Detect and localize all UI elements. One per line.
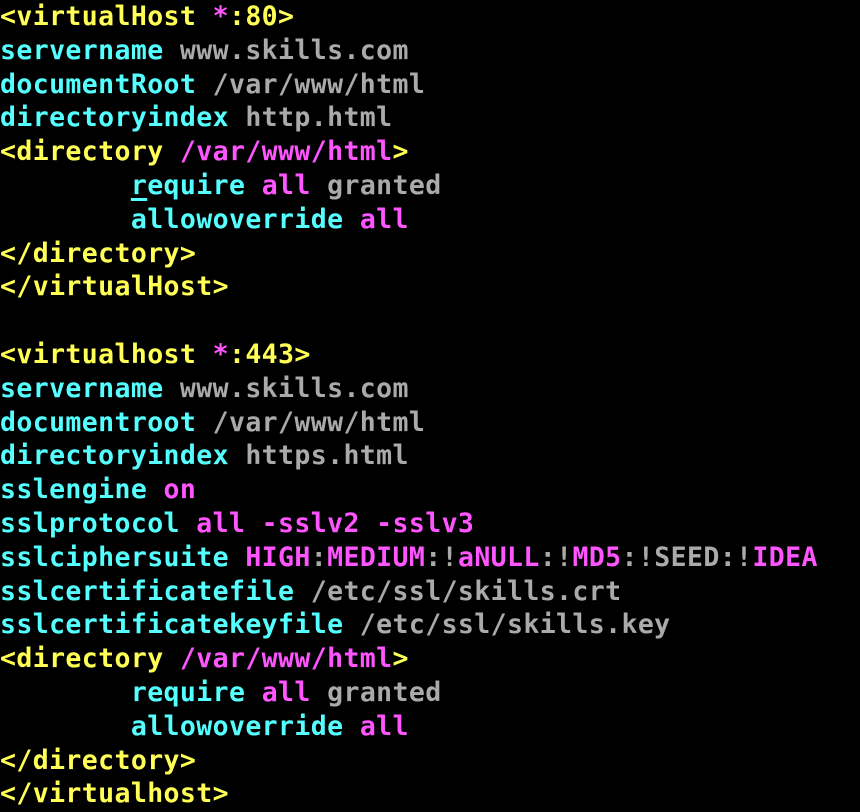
code-line: </directory> [0,237,860,271]
code-token: sslcertificatefile [0,575,311,607]
code-line: <virtualHost *:80> [0,0,860,34]
code-token: allowoverride [130,710,360,742]
code-line: <directory /var/www/html> [0,135,860,169]
code-token: www.skills.com [179,34,409,66]
code-token: www.skills.com [179,372,409,404]
code-token: : [425,541,442,573]
code-line: directoryindex http.html [0,101,860,135]
code-line: require all granted [0,676,860,710]
code-token: :80> [228,1,295,32]
code-token: directoryindex [0,102,246,134]
code-token: <directory [0,136,180,168]
code-line: </directory> [0,744,860,778]
code-token: <virtualHost [0,1,213,32]
code-token: !SEED [637,541,720,573]
code-token: </virtualHost> [0,271,229,303]
code-line: </virtualHost> [0,270,860,304]
code-token: sslprotocol [0,507,197,539]
code-line: sslprotocol all -sslv2 -sslv3 [0,507,860,541]
code-token: </directory> [0,744,197,776]
code-token: http.html [245,102,393,134]
code-token: https.html [245,440,409,472]
code-line: documentroot /var/www/html [0,406,860,440]
code-token: all [261,676,328,708]
code-line: <virtualhost *:443> [0,338,860,372]
code-token: : [719,541,737,573]
code-token: servername [0,34,180,66]
code-token: : [310,541,328,573]
code-line: allowoverride all [0,203,860,237]
terminal-editor[interactable]: <virtualHost *:80> servername www.skills.… [0,0,860,812]
code-token: /var/www/html [179,643,393,675]
code-token: <directory [0,643,180,675]
code-token: documentRoot [0,68,213,100]
code-line: sslcertificatefile /etc/ssl/skills.crt [0,575,860,609]
code-token: directoryindex [0,440,246,472]
code-token: /var/www/html [212,406,426,438]
code-token: all -sslv2 -sslv3 [196,507,475,539]
text-cursor: r [130,169,148,201]
code-token: > [392,136,409,168]
code-token: IDEA [752,541,818,573]
code-line: allowoverride all [0,710,860,744]
code-token: <virtualhost [0,338,213,370]
code-token: * [212,338,229,370]
code-token: /etc/ssl/skills.key [359,609,671,641]
code-token: aNULL [457,541,540,573]
code-token: granted [327,676,442,708]
code-token: : [539,541,557,573]
code-line: require all granted [0,169,860,203]
code-token: ! [441,541,458,573]
code-line: sslengine on [0,473,860,507]
code-token: on [163,474,197,506]
code-token: </virtualhost> [0,778,229,810]
code-line: servername www.skills.com [0,34,860,68]
code-token: all [359,710,409,742]
code-token: documentroot [0,406,213,438]
code-token: all [359,203,409,235]
code-line: documentRoot /var/www/html [0,68,860,102]
code-token: /var/www/html [179,136,393,168]
code-token: > [392,643,409,675]
code-token: HIGH [245,541,311,573]
code-token: : [621,541,638,573]
code-token: </directory> [0,237,197,269]
code-token: MD5 [572,541,622,573]
code-token: allowoverride [130,203,360,235]
code-token: * [212,1,229,32]
code-token: /etc/ssl/skills.crt [310,575,622,607]
code-token: ! [736,541,753,573]
code-token: sslciphersuite [0,541,246,573]
code-token: ! [556,541,573,573]
code-token: equire [147,169,262,201]
code-token: /var/www/html [212,68,426,100]
code-token: sslengine [0,474,164,506]
code-line: servername www.skills.com [0,372,860,406]
code-token: sslcertificatekeyfile [0,609,360,641]
code-token: :443> [228,338,311,370]
code-token: require [130,676,262,708]
code-line: sslcertificatekeyfile /etc/ssl/skills.ke… [0,608,860,642]
code-line: sslciphersuite HIGH:MEDIUM:!aNULL:!MD5:!… [0,541,860,575]
code-token: MEDIUM [327,541,426,573]
code-token: granted [327,169,442,201]
code-token: all [261,169,328,201]
code-line: directoryindex https.html [0,439,860,473]
code-line: </virtualhost> [0,777,860,811]
code-line: <directory /var/www/html> [0,642,860,676]
code-token: servername [0,372,180,404]
